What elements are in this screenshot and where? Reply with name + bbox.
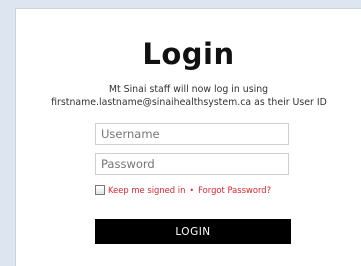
keep-signed-in-label[interactable]: Keep me signed in — [108, 185, 185, 195]
login-instructions-line-1: Mt Sinai staff will now log in using — [108, 84, 269, 95]
username-input[interactable] — [95, 123, 289, 145]
login-panel: Login Mt Sinai staff will now log in usi… — [15, 8, 361, 266]
login-button[interactable]: LOGIN — [95, 219, 291, 244]
login-instructions-line-2: firstname.lastname@sinaihealthsystem.ca … — [51, 97, 327, 108]
separator-dot: • — [189, 185, 195, 195]
password-input[interactable] — [95, 153, 289, 175]
page-title: Login — [142, 37, 235, 71]
remember-row: Keep me signed in • Forgot Password? — [95, 183, 271, 197]
keep-signed-in-checkbox[interactable] — [95, 185, 105, 195]
forgot-password-link[interactable]: Forgot Password? — [198, 185, 271, 195]
